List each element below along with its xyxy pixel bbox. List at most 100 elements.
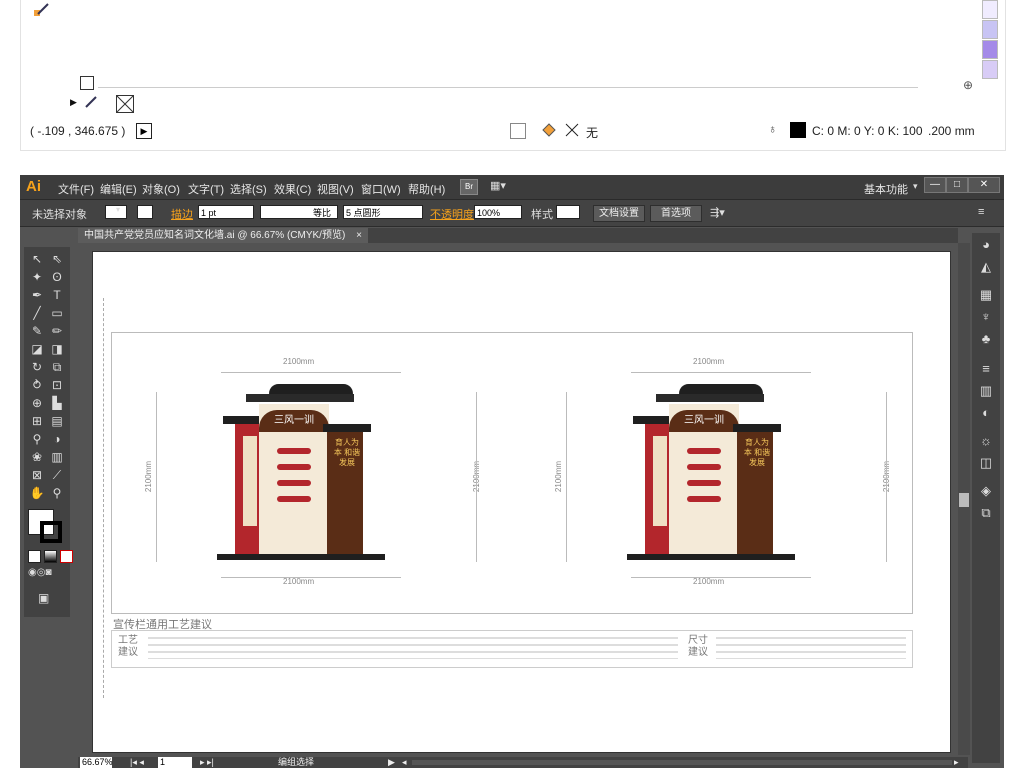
vertical-scrollbar[interactable] [958,243,970,755]
swatch[interactable] [982,0,998,19]
layers-panel-icon[interactable]: ◈ [976,483,996,501]
eyedropper-tool-icon[interactable]: ⚲ [28,431,46,447]
stroke-width-icon[interactable]: ♁ [768,122,780,138]
menu-window[interactable]: 窗口(W) [361,181,401,197]
symbols-panel-icon[interactable]: ♣ [976,331,996,349]
slice-tool-icon[interactable]: ⟋ [48,467,66,483]
next-page-icon[interactable]: ▸ ▸| [200,757,214,768]
menu-view[interactable]: 视图(V) [317,181,354,197]
direct-selection-tool-icon[interactable]: ⇖ [48,251,66,267]
menu-help[interactable]: 帮助(H) [408,181,445,197]
opacity-label[interactable]: 不透明度 [430,206,474,221]
brush-definition[interactable]: 5 点圆形 [343,205,423,219]
swatch[interactable] [982,20,998,39]
brushes-panel-icon[interactable]: ♆ [976,309,996,327]
type-tool-icon[interactable]: T [48,287,66,303]
gradient-panel-icon[interactable]: ▥ [976,383,996,401]
menu-edit[interactable]: 编辑(E) [100,181,137,197]
rotate-tool-icon[interactable]: ↻ [28,359,46,375]
stroke-swatch[interactable] [137,205,153,219]
magic-wand-tool-icon[interactable]: ✦ [28,269,46,285]
opacity-field[interactable]: 100% [474,205,522,219]
zoom-icon[interactable]: ⊕ [963,78,973,92]
first-page-icon[interactable]: |◂ ◂ [130,757,144,768]
menu-object[interactable]: 对象(O) [142,181,180,197]
menu-effect[interactable]: 效果(C) [274,181,311,197]
brush-icon[interactable] [84,95,98,109]
workspace-switcher[interactable]: 基本功能 [864,181,908,197]
lasso-tool-icon[interactable]: ʘ [48,269,66,285]
none-mode-icon[interactable] [60,550,73,563]
horizontal-scrollbar[interactable] [412,760,952,765]
color-guide-icon[interactable]: ◭ [976,259,996,277]
transparency-panel-icon[interactable]: ◐ [976,405,996,423]
preferences-button[interactable]: 首选项 [650,205,702,222]
play-button[interactable]: ▶ [136,123,152,139]
zoom-field[interactable]: 66.67% [80,757,113,768]
menu-file[interactable]: 文件(F) [58,181,94,197]
document-tab[interactable]: 中国共产党党员应知名词文化墙.ai @ 66.67% (CMYK/预览) × [78,228,368,243]
mesh-tool-icon[interactable]: ⊞ [28,413,46,429]
document-setup-button[interactable]: 文档设置 [593,205,645,222]
sign-design-right[interactable]: 2100mm 2100mm 2100mm 2100mm 三风一训 育人为本 和谐… [521,332,911,612]
eyedropper-icon[interactable] [32,2,52,20]
warp-tool-icon[interactable]: ⥁ [28,377,46,393]
color-panel-icon[interactable]: ◕ [976,237,996,255]
graphic-styles-panel-icon[interactable]: ◫ [976,455,996,473]
sign-design-left[interactable]: 2100mm 2100mm 2100mm 2100mm 三风一训 育人为 [111,332,511,612]
arrange-documents-icon[interactable]: ▦▾ [490,179,512,193]
minimize-button[interactable]: — [924,177,946,193]
stroke-color-swatch[interactable] [790,122,806,138]
scroll-right-icon[interactable]: ▸ [954,757,959,768]
stroke-weight-field[interactable]: 1 pt [198,205,254,219]
none-fill-icon[interactable] [564,122,580,138]
gradient-tool-icon[interactable]: ▤ [48,413,66,429]
graphic-style-swatch[interactable] [556,205,580,219]
close-button[interactable]: ✕ [968,177,1000,193]
screen-mode-icon[interactable]: ▣ [38,591,58,605]
column-graph-tool-icon[interactable]: ▥ [48,449,66,465]
none-swatch-icon[interactable] [116,95,134,113]
hand-tool-icon[interactable]: ✋ [28,485,46,501]
pencil-tool-icon[interactable]: ✏ [48,323,66,339]
chevron-down-icon[interactable]: ▾ [116,205,128,219]
shape-builder-tool-icon[interactable]: ⊕ [28,395,46,411]
appearance-panel-icon[interactable]: ☼ [976,433,996,451]
zoom-tool-icon[interactable]: ⚲ [48,485,66,501]
bridge-button[interactable]: Br [460,179,478,195]
pen-tool-icon[interactable]: ✒ [28,287,46,303]
scale-tool-icon[interactable]: ⧉ [48,359,66,375]
menu-type[interactable]: 文字(T) [188,181,224,197]
align-icon[interactable]: ⇶▾ [710,206,725,220]
close-tab-icon[interactable]: × [356,230,362,241]
blob-brush-tool-icon[interactable]: ◪ [28,341,46,357]
variable-width-profile[interactable]: 等比 [260,205,338,219]
paintbrush-tool-icon[interactable]: ✎ [28,323,46,339]
gradient-mode-icon[interactable] [44,550,57,563]
play-icon[interactable]: ▶ [70,97,77,108]
menu-select[interactable]: 选择(S) [230,181,267,197]
blend-tool-icon[interactable]: ◑ [48,431,66,447]
panel-menu-icon[interactable]: ≡ [978,206,984,220]
fill-bucket-icon[interactable] [540,121,558,139]
color-mode-icon[interactable] [28,550,41,563]
scroll-left-icon[interactable]: ◂ [402,757,407,768]
stroke-panel-icon[interactable]: ≡ [976,361,996,379]
status-menu-icon[interactable]: ▶ [388,757,395,768]
page-field[interactable]: 1 [158,757,192,768]
stroke-color-box[interactable] [40,521,62,543]
scrollbar-thumb[interactable] [959,493,969,507]
perspective-grid-tool-icon[interactable]: ▙ [48,395,66,411]
eraser-tool-icon[interactable]: ◨ [48,341,66,357]
layer-icon[interactable] [510,123,526,139]
artboard-icon[interactable] [80,76,94,90]
swatch[interactable] [982,40,998,59]
artboard[interactable]: 2100mm 2100mm 2100mm 2100mm 三风一训 育人为 [92,251,951,753]
swatches-panel-icon[interactable]: ▦ [976,287,996,305]
rectangle-tool-icon[interactable]: ▭ [48,305,66,321]
free-transform-tool-icon[interactable]: ⊡ [48,377,66,393]
chevron-down-icon[interactable]: ▾ [913,181,918,192]
artboards-panel-icon[interactable]: ⧉ [976,505,996,523]
selection-tool-icon[interactable]: ↖ [28,251,46,267]
line-tool-icon[interactable]: ╱ [28,305,46,321]
